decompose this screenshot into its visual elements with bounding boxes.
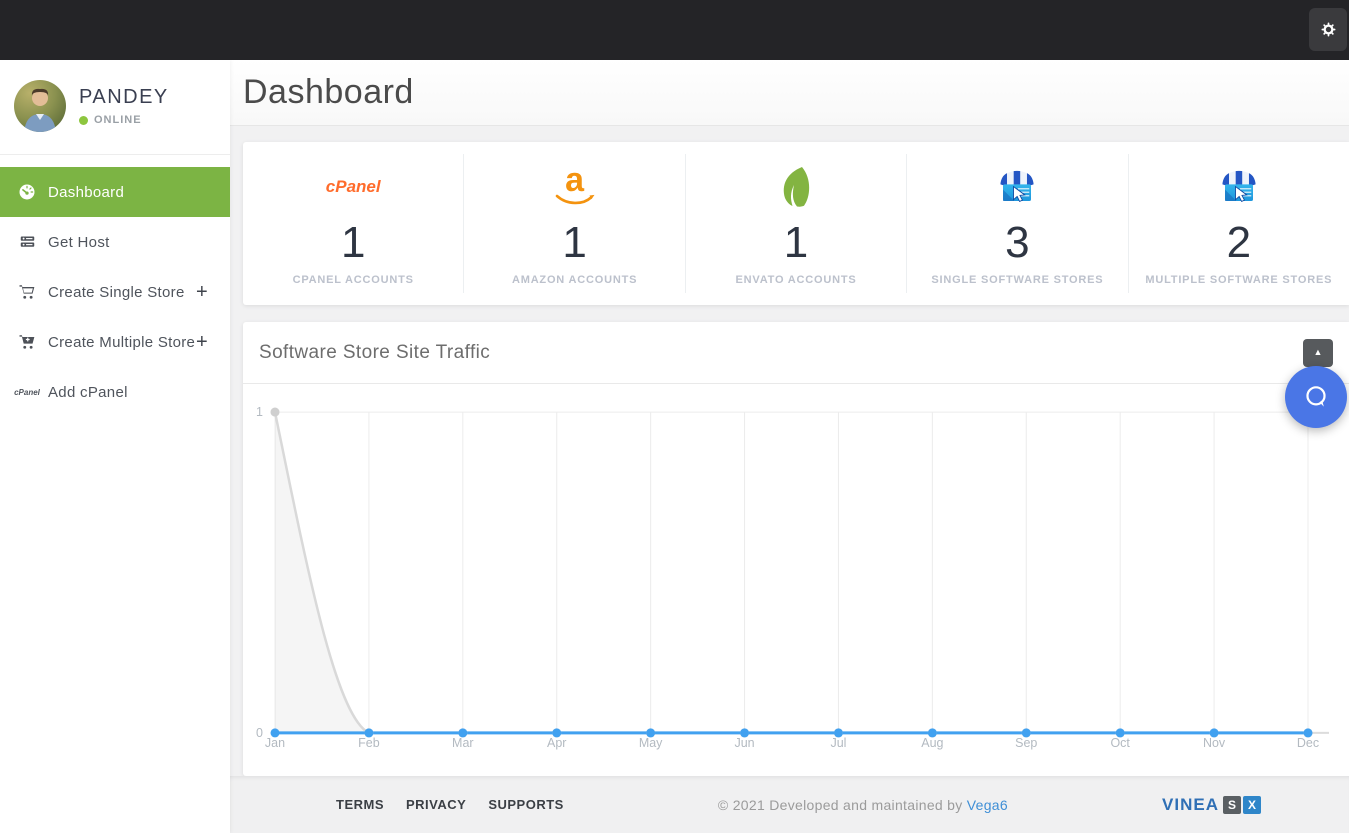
chat-button[interactable] bbox=[1285, 366, 1347, 428]
copyright-prefix: © 2021 Developed and maintained by bbox=[718, 797, 967, 813]
stat-card-multiple-stores: 2 MULTIPLE SOFTWARE STORES bbox=[1128, 154, 1349, 293]
privacy-link[interactable]: PRIVACY bbox=[406, 797, 466, 812]
app-window: PANDEY ONLINE bbox=[0, 0, 1349, 833]
envato-leaf-icon bbox=[777, 161, 815, 213]
stats-cards-panel: cPanel 1 CPANEL ACCOUNTS a bbox=[243, 142, 1349, 305]
x-tick-label: Apr bbox=[547, 736, 566, 750]
sidebar-item-add-cpanel[interactable]: cPanel Add cPanel bbox=[0, 367, 230, 417]
stat-card-cpanel: cPanel 1 CPANEL ACCOUNTS bbox=[243, 154, 463, 293]
data-point bbox=[271, 408, 280, 417]
dashboard-gauge-icon bbox=[16, 183, 38, 201]
sidebar-item-label: Create Multiple Store bbox=[48, 334, 196, 351]
user-name: PANDEY bbox=[79, 86, 169, 109]
sidebar-item-create-multiple-store[interactable]: Create Multiple Store + bbox=[0, 317, 230, 367]
collapse-button[interactable]: ▲ bbox=[1303, 339, 1333, 367]
stat-value: 1 bbox=[341, 221, 365, 265]
copyright-text: © 2021 Developed and maintained by Vega6 bbox=[564, 797, 1162, 813]
stat-label: SINGLE SOFTWARE STORES bbox=[931, 274, 1103, 286]
sidebar-item-label: Add cPanel bbox=[48, 384, 214, 401]
server-icon bbox=[16, 234, 38, 251]
chart-body: Jan Feb Mar Apr May Jun Jul Aug Sep Oct Nov Dec 0 1 bbox=[243, 384, 1349, 776]
traffic-line-chart: Jan Feb Mar Apr May Jun Jul Aug Sep Oct Nov Dec 0 1 bbox=[243, 384, 1349, 776]
stat-card-single-stores: 3 SINGLE SOFTWARE STORES bbox=[906, 154, 1127, 293]
logo-box-s: S bbox=[1223, 796, 1241, 814]
collapse-icon: ▲ bbox=[1314, 347, 1323, 357]
stat-label: MULTIPLE SOFTWARE STORES bbox=[1145, 274, 1332, 286]
store-icon bbox=[996, 161, 1038, 213]
stat-value: 1 bbox=[562, 221, 586, 265]
series-line bbox=[275, 412, 1308, 733]
x-tick-label: Jan bbox=[265, 736, 285, 750]
series-fill bbox=[275, 412, 1308, 733]
page-title: Dashboard bbox=[243, 73, 414, 112]
x-tick-label: Nov bbox=[1203, 736, 1226, 750]
store-icon bbox=[1218, 161, 1260, 213]
x-tick-label: Oct bbox=[1110, 736, 1130, 750]
gear-icon bbox=[1320, 21, 1337, 38]
x-tick-label: May bbox=[639, 736, 663, 750]
y-tick-label: 1 bbox=[256, 405, 263, 419]
sidebar-item-get-host[interactable]: Get Host bbox=[0, 217, 230, 267]
traffic-chart-panel: Software Store Site Traffic ▲ Jan Feb Mar A… bbox=[243, 322, 1349, 776]
sidebar-item-dashboard[interactable]: Dashboard bbox=[0, 167, 230, 217]
page-header: Dashboard bbox=[230, 60, 1349, 126]
cpanel-logo-icon: cPanel bbox=[326, 161, 381, 213]
cart-plus-icon bbox=[16, 333, 38, 351]
user-panel: PANDEY ONLINE bbox=[0, 60, 230, 155]
stat-label: AMAZON ACCOUNTS bbox=[512, 274, 637, 286]
online-dot bbox=[79, 116, 88, 125]
footer: TERMS PRIVACY SUPPORTS © 2021 Developed … bbox=[230, 776, 1349, 833]
x-tick-label: Feb bbox=[358, 736, 380, 750]
cart-icon bbox=[16, 283, 38, 301]
stat-value: 2 bbox=[1227, 221, 1251, 265]
stat-card-amazon: a 1 AMAZON ACCOUNTS bbox=[463, 154, 684, 293]
x-tick-label: Jul bbox=[830, 736, 846, 750]
settings-button[interactable] bbox=[1309, 8, 1347, 51]
chart-title: Software Store Site Traffic bbox=[259, 342, 1303, 364]
x-tick-label: Mar bbox=[452, 736, 474, 750]
sidebar-item-label: Create Single Store bbox=[48, 284, 196, 301]
expand-plus-icon[interactable]: + bbox=[196, 331, 214, 354]
sidebar-item-label: Dashboard bbox=[48, 184, 214, 201]
x-tick-label: Aug bbox=[921, 736, 943, 750]
sidebar-item-create-single-store[interactable]: Create Single Store + bbox=[0, 267, 230, 317]
topbar bbox=[0, 0, 1349, 60]
y-tick-label: 0 bbox=[256, 726, 263, 740]
user-status: ONLINE bbox=[94, 114, 142, 126]
footer-links: TERMS PRIVACY SUPPORTS bbox=[336, 797, 564, 812]
main-area: Dashboard cPanel 1 CPANEL ACCOUNTS a bbox=[230, 60, 1349, 833]
stat-value: 3 bbox=[1005, 221, 1029, 265]
vendor-link[interactable]: Vega6 bbox=[967, 797, 1008, 813]
stat-label: ENVATO ACCOUNTS bbox=[736, 274, 857, 286]
logo-text: VINEA bbox=[1162, 795, 1219, 815]
stat-label: CPANEL ACCOUNTS bbox=[293, 274, 414, 286]
sidebar: PANDEY ONLINE bbox=[0, 60, 230, 833]
expand-plus-icon[interactable]: + bbox=[196, 281, 214, 304]
stat-card-envato: 1 ENVATO ACCOUNTS bbox=[685, 154, 906, 293]
terms-link[interactable]: TERMS bbox=[336, 797, 384, 812]
x-tick-label: Jun bbox=[734, 736, 754, 750]
content-area: cPanel 1 CPANEL ACCOUNTS a bbox=[230, 126, 1349, 776]
chat-bubble-icon bbox=[1302, 383, 1330, 411]
logo-box-x: X bbox=[1243, 796, 1261, 814]
sidebar-item-label: Get Host bbox=[48, 234, 214, 251]
stat-value: 1 bbox=[784, 221, 808, 265]
chart-header: Software Store Site Traffic ▲ bbox=[243, 322, 1349, 384]
sidebar-menu: Dashboard Get Host bbox=[0, 167, 230, 417]
x-tick-label: Sep bbox=[1015, 736, 1037, 750]
supports-link[interactable]: SUPPORTS bbox=[488, 797, 564, 812]
amazon-logo-icon: a bbox=[554, 161, 596, 213]
vineasx-logo: VINEA S X bbox=[1162, 795, 1261, 815]
x-tick-label: Dec bbox=[1297, 736, 1319, 750]
avatar bbox=[14, 80, 66, 132]
cpanel-mini-icon: cPanel bbox=[16, 388, 38, 397]
